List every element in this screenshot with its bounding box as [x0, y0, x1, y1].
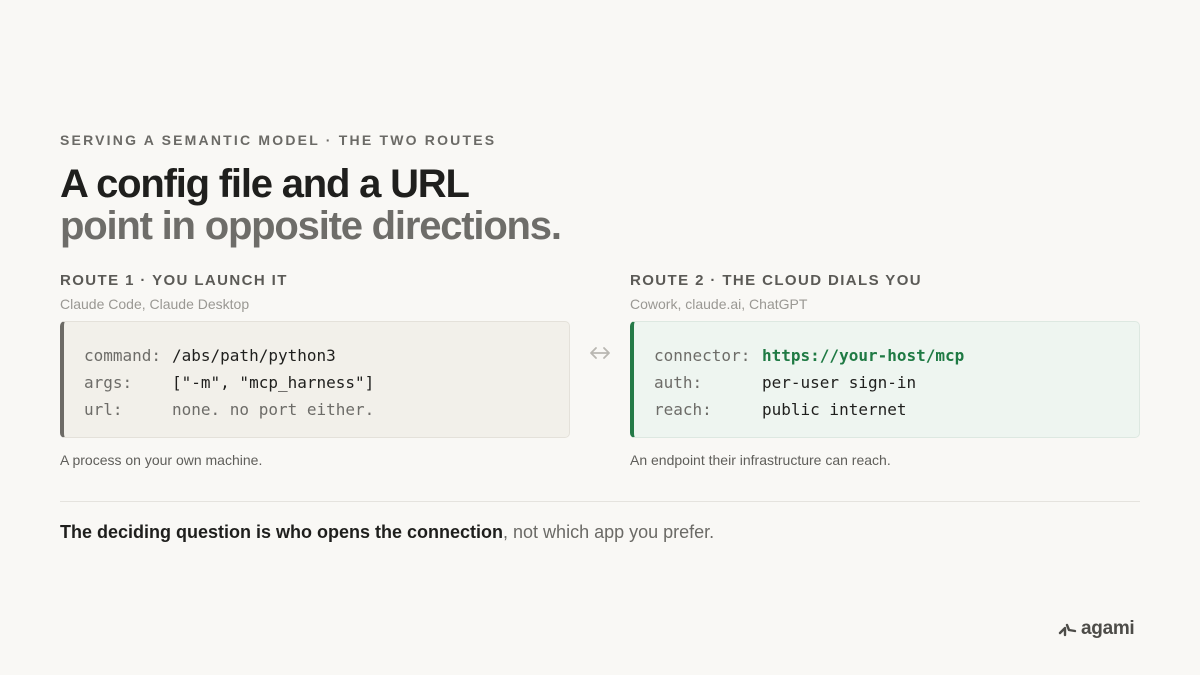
title-line-1: A config file and a URL — [60, 162, 470, 206]
route-2-config-block: connector: https://your-host/mcp auth: p… — [630, 321, 1140, 438]
agami-logo-icon — [1058, 623, 1077, 637]
bidirectional-arrow-icon — [590, 347, 610, 359]
route-2-caption: An endpoint their infrastructure can rea… — [630, 452, 891, 468]
route-1-caption: A process on your own machine. — [60, 452, 263, 468]
code-value: /abs/path/python3 — [172, 346, 336, 365]
code-row-args: args: ["-m", "mcp_harness"] — [84, 369, 569, 396]
route-1-label: ROUTE 1 · YOU LAUNCH IT — [60, 272, 288, 289]
route-2-label: ROUTE 2 · THE CLOUD DIALS YOU — [630, 272, 923, 289]
takeaway-rest: , not which app you prefer. — [503, 522, 715, 542]
code-row-connector: connector: https://your-host/mcp — [654, 342, 1139, 369]
divider — [60, 501, 1140, 502]
code-row-command: command: /abs/path/python3 — [84, 342, 569, 369]
route-1-config-block: command: /abs/path/python3 args: ["-m", … — [60, 321, 570, 438]
page-title: A config file and a URL point in opposit… — [60, 162, 562, 248]
route-1-apps: Claude Code, Claude Desktop — [60, 296, 250, 312]
route-2-panel: ROUTE 2 · THE CLOUD DIALS YOU Cowork, cl… — [630, 271, 1140, 470]
route-2-apps: Cowork, claude.ai, ChatGPT — [630, 296, 808, 312]
code-key: auth: — [654, 373, 703, 392]
code-value: none. no port either. — [172, 400, 375, 419]
title-line-2: point in opposite directions. — [60, 204, 562, 248]
route-1-panel: ROUTE 1 · YOU LAUNCH IT Claude Code, Cla… — [60, 271, 570, 470]
takeaway-emphasis: The deciding question is who opens the c… — [60, 522, 504, 542]
takeaway: The deciding question is who opens the c… — [60, 520, 714, 544]
code-value: ["-m", "mcp_harness"] — [172, 373, 375, 392]
code-key: command: — [84, 346, 162, 365]
code-row-url: url: none. no port either. — [84, 396, 569, 423]
connector-url: https://your-host/mcp — [762, 346, 965, 365]
code-key: url: — [84, 400, 123, 419]
logo-text: agami — [1081, 618, 1135, 639]
eyebrow: SERVING A SEMANTIC MODEL · THE TWO ROUTE… — [60, 132, 497, 148]
code-row-reach: reach: public internet — [654, 396, 1139, 423]
code-key: connector: — [654, 346, 751, 365]
code-key: args: — [84, 373, 133, 392]
code-key: reach: — [654, 400, 712, 419]
code-row-auth: auth: per-user sign-in — [654, 369, 1139, 396]
code-value: public internet — [762, 400, 907, 419]
agami-logo: agami — [1058, 618, 1135, 640]
code-value: per-user sign-in — [762, 373, 917, 392]
